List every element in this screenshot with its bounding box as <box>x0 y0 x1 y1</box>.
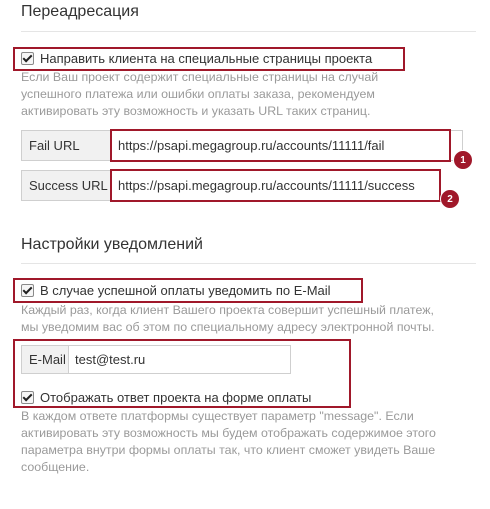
email-notify-checkbox-label: В случае успешной оплаты уведомить по E-… <box>40 283 331 298</box>
highlight-success-url <box>110 169 441 202</box>
email-label: E-Mail <box>21 345 69 374</box>
section-divider <box>21 263 476 264</box>
notifications-section-title: Настройки уведомлений <box>21 236 203 253</box>
help-line: активировать эту возможность мы будем от… <box>21 426 436 440</box>
help-line: активировать эту возможность и указать U… <box>21 104 371 118</box>
redirect-checkbox-row[interactable]: Направить клиента на специальные страниц… <box>21 51 372 66</box>
show-response-checkbox[interactable] <box>21 391 34 404</box>
help-line: сообщение. <box>21 460 90 474</box>
show-response-help-text: В каждом ответе платформы существует пар… <box>21 408 436 476</box>
help-line: Каждый раз, когда клиент Вашего проекта … <box>21 303 434 317</box>
section-divider <box>21 31 476 32</box>
highlight-fail-url <box>110 129 451 162</box>
badge-2: 2 <box>440 189 460 209</box>
redirect-checkbox[interactable] <box>21 52 34 65</box>
success-url-label: Success URL <box>21 170 112 201</box>
help-line: мы уведомим вас об этом по специальному … <box>21 320 435 334</box>
email-input[interactable]: test@test.ru <box>68 345 291 374</box>
help-line: Если Ваш проект содержит специальные стр… <box>21 70 379 84</box>
redirect-help-text: Если Ваш проект содержит специальные стр… <box>21 69 378 120</box>
email-notify-help-text: Каждый раз, когда клиент Вашего проекта … <box>21 302 435 336</box>
badge-1: 1 <box>453 150 473 170</box>
show-response-checkbox-label: Отображать ответ проекта на форме оплаты <box>40 390 312 405</box>
help-line: В каждом ответе платформы существует пар… <box>21 409 414 423</box>
help-line: успешного платежа или ошибки оплаты зака… <box>21 87 375 101</box>
help-line: параметра внутри формы оплаты так, что к… <box>21 443 436 457</box>
email-notify-checkbox[interactable] <box>21 284 34 297</box>
show-response-checkbox-row[interactable]: Отображать ответ проекта на форме оплаты <box>21 390 311 405</box>
redirect-checkbox-label: Направить клиента на специальные страниц… <box>40 51 373 66</box>
redirect-section-title: Переадресация <box>21 3 139 20</box>
fail-url-label: Fail URL <box>21 130 112 161</box>
email-notify-checkbox-row[interactable]: В случае успешной оплаты уведомить по E-… <box>21 283 331 298</box>
